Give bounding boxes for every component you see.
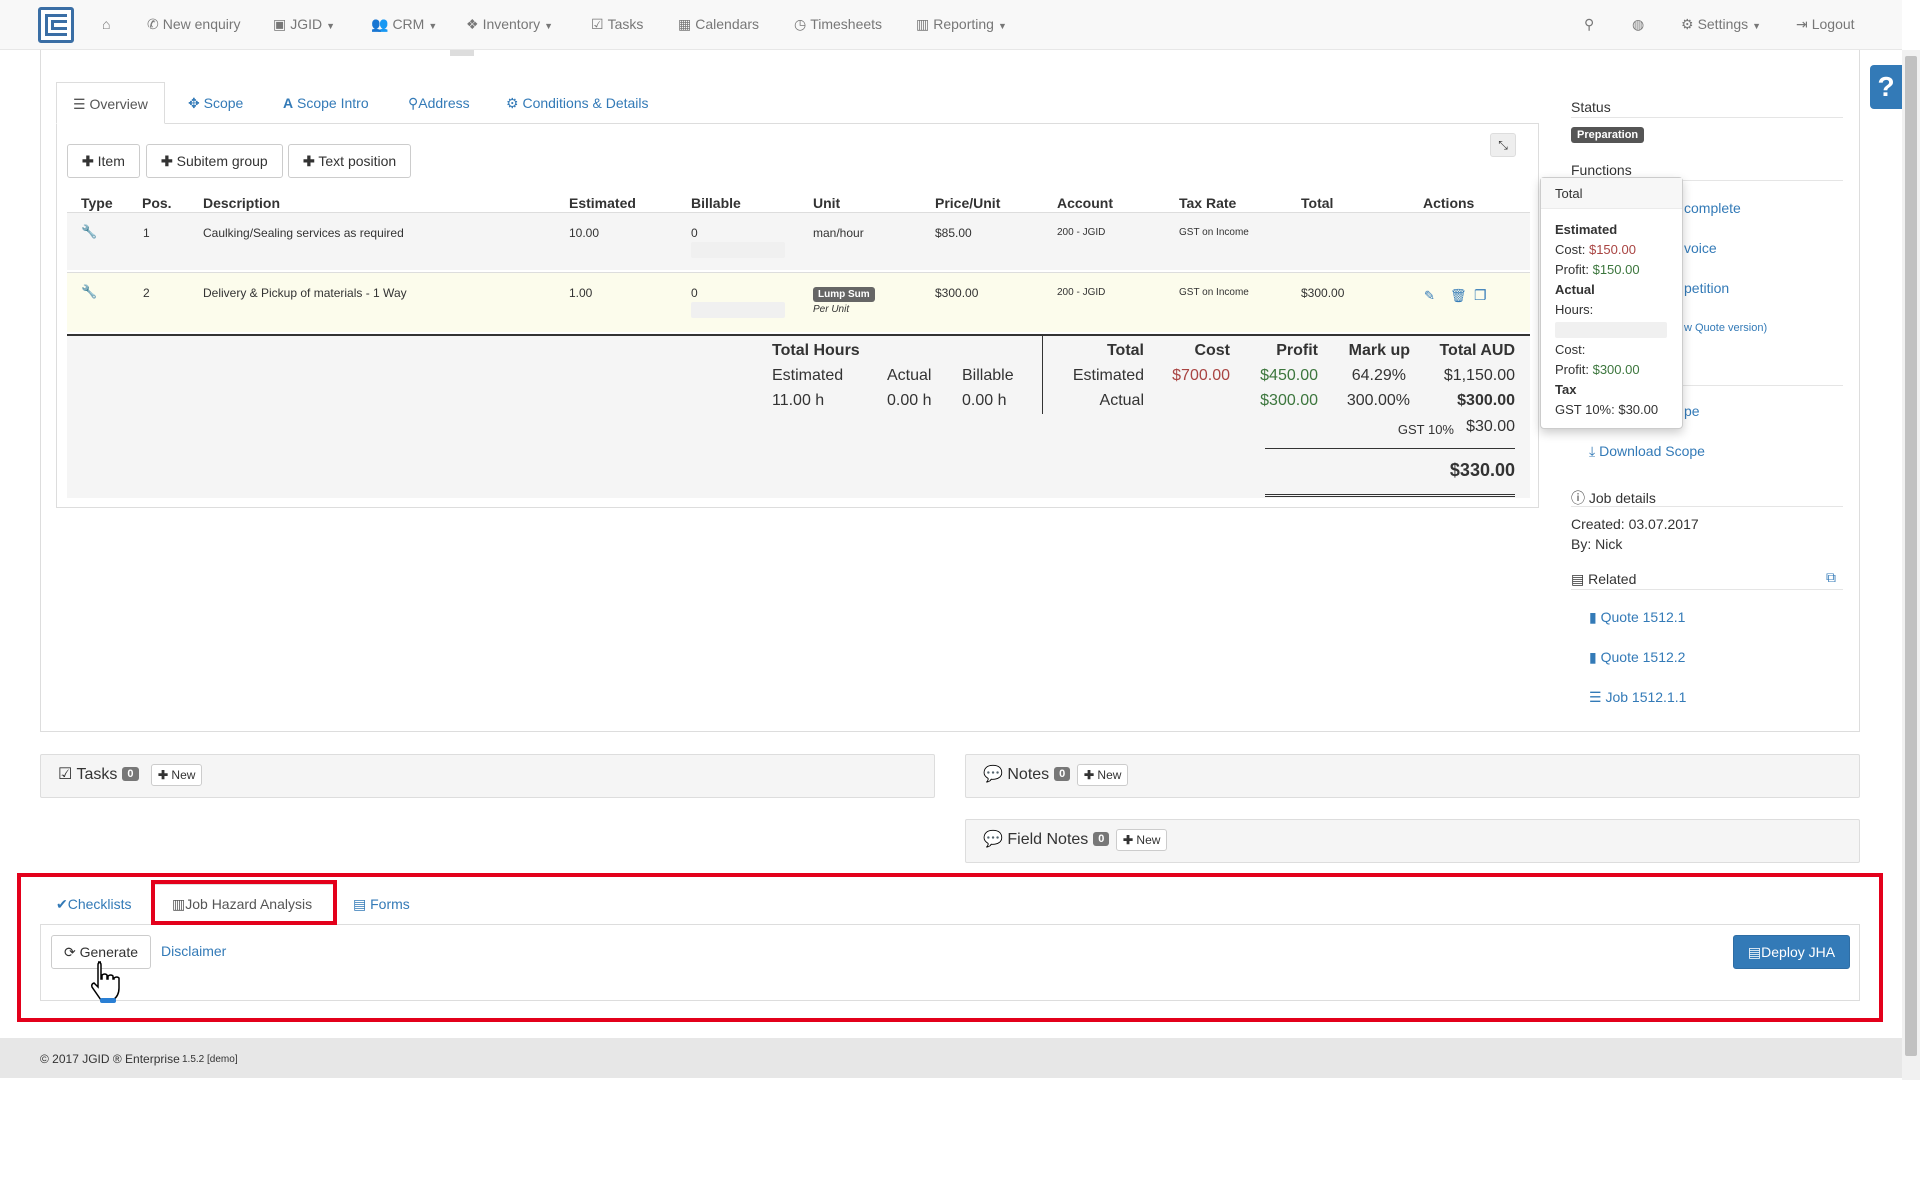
cubes-icon: ❖ bbox=[466, 16, 479, 32]
compress-icon[interactable]: ⤡ bbox=[1490, 133, 1516, 157]
summary-divider bbox=[1042, 336, 1043, 414]
edit-icon[interactable]: ✎ bbox=[1424, 288, 1435, 304]
nav-crm[interactable]: 👥 CRM ▼ bbox=[371, 16, 437, 33]
field-notes-heading: 💬 Field Notes 0 bbox=[983, 829, 1110, 849]
billable-progress-bar bbox=[691, 302, 785, 318]
tab-overview[interactable]: ☰ Overview bbox=[56, 82, 165, 124]
add-item-button[interactable]: ✚ Item bbox=[67, 144, 140, 178]
col-actions: Actions bbox=[1423, 195, 1475, 211]
col-estimated: Estimated bbox=[569, 195, 636, 211]
table-row[interactable] bbox=[67, 212, 1530, 270]
hours-progress-bar bbox=[1555, 322, 1667, 338]
tab-address[interactable]: ⚲Address bbox=[408, 82, 470, 124]
file-icon: ▮ bbox=[1589, 609, 1597, 625]
col-unit: Unit bbox=[813, 195, 841, 211]
function-invoice-link[interactable]: voice bbox=[1684, 240, 1717, 256]
calendar-icon: ▦ bbox=[678, 16, 692, 32]
col-billable: Billable bbox=[691, 195, 741, 211]
nav-calendars[interactable]: ▦ Calendars bbox=[678, 16, 759, 33]
new-note-button[interactable]: ✚ New bbox=[1077, 764, 1129, 786]
nav-jgid[interactable]: ▣ JGID ▼ bbox=[273, 16, 335, 33]
grand-total: $330.00 bbox=[1449, 460, 1515, 480]
related-quote-2-link[interactable]: ▮ Quote 1512.2 bbox=[1589, 649, 1685, 666]
wrench-icon: 🔧 bbox=[81, 224, 98, 239]
total-line bbox=[1265, 448, 1515, 449]
file-icon: ▮ bbox=[1589, 649, 1597, 665]
related-quote-1-link[interactable]: ▮ Quote 1512.1 bbox=[1589, 609, 1685, 626]
new-field-note-button[interactable]: ✚ New bbox=[1116, 829, 1168, 851]
info-icon: ⓘ bbox=[1571, 490, 1585, 506]
comment-icon: 💬 bbox=[983, 766, 1003, 783]
table-row[interactable] bbox=[67, 272, 1530, 332]
globe-icon[interactable]: ◍ bbox=[1632, 16, 1644, 33]
page-footer: © 2017 JGID ® Enterprise 1.5.2 [demo] bbox=[0, 1038, 1902, 1078]
download-scope-link[interactable]: ⤓ Download Scope bbox=[1589, 443, 1705, 460]
wrench-icon: 🔧 bbox=[81, 284, 98, 299]
job-details-heading: ⓘ Job details bbox=[1571, 490, 1656, 506]
nav-new-enquiry[interactable]: ✆ New enquiry bbox=[147, 16, 241, 33]
billable-progress-bar bbox=[691, 242, 785, 258]
file-icon: ▤ bbox=[1571, 571, 1585, 587]
summary-area bbox=[67, 336, 1530, 498]
nav-timesheets[interactable]: ◷ Timesheets bbox=[794, 16, 882, 33]
col-description: Description bbox=[203, 195, 281, 211]
page-scrollbar[interactable] bbox=[1902, 50, 1920, 1080]
search-icon[interactable]: ⚲ bbox=[1584, 16, 1594, 33]
related-job-link[interactable]: ☰ Job 1512.1.1 bbox=[1589, 689, 1686, 706]
function-new-quote-version-link[interactable]: w Quote version) bbox=[1684, 322, 1767, 334]
download-icon: ⤓ bbox=[1589, 443, 1596, 459]
highlight-box bbox=[17, 873, 1883, 1022]
tab-scope-intro[interactable]: A Scope Intro bbox=[283, 82, 369, 124]
nav-logout[interactable]: ⇥ Logout bbox=[1796, 16, 1855, 33]
collapsed-header-fragment bbox=[450, 50, 474, 56]
col-account: Account bbox=[1057, 195, 1113, 211]
hand-cursor-icon bbox=[91, 961, 120, 1003]
total-popover: Total Estimated Cost: $150.00 Profit: $1… bbox=[1540, 177, 1683, 429]
add-text-position-button[interactable]: ✚ Text position bbox=[288, 144, 412, 178]
lump-sum-badge: Lump Sum bbox=[813, 287, 875, 302]
function-repetition-link[interactable]: petition bbox=[1684, 280, 1729, 296]
copy-icon[interactable]: ❐ bbox=[1474, 287, 1487, 304]
status-badge: Preparation bbox=[1571, 127, 1645, 143]
comment-icon: 💬 bbox=[983, 831, 1003, 848]
check-square-icon: ☑ bbox=[591, 16, 604, 32]
nav-tasks[interactable]: ☑ Tasks bbox=[591, 16, 643, 33]
col-total: Total bbox=[1301, 195, 1334, 211]
help-button[interactable]: ? bbox=[1870, 65, 1902, 109]
top-navbar: ⌂ ✆ New enquiry ▣ JGID ▼ 👥 CRM ▼ ❖ Inventory ▼ … bbox=[0, 0, 1902, 50]
external-link-icon[interactable]: ⧉ bbox=[1826, 569, 1836, 586]
quote-tabs: ☰ Overview ✥ Scope A Scope Intro ⚲Addres… bbox=[56, 82, 1539, 124]
related-heading: ▤ Related bbox=[1571, 571, 1637, 587]
phone-icon: ✆ bbox=[147, 16, 159, 32]
tab-scope[interactable]: ✥ Scope bbox=[188, 82, 243, 124]
tasks-heading: ☑ Tasks 0 bbox=[58, 764, 139, 784]
trash-icon[interactable]: 🗑 bbox=[1450, 288, 1467, 304]
check-square-icon: ☑ bbox=[58, 766, 73, 783]
double-underline bbox=[1265, 494, 1515, 497]
notes-heading: 💬 Notes 0 bbox=[983, 764, 1071, 784]
gear-icon: ⚙ bbox=[1681, 16, 1694, 32]
nav-reporting[interactable]: ▥ Reporting ▼ bbox=[916, 16, 1007, 33]
col-type: Type bbox=[81, 195, 113, 211]
list-icon: ☰ bbox=[1589, 689, 1602, 705]
users-icon: 👥 bbox=[371, 16, 389, 32]
jgid-logo-icon: ▣ bbox=[273, 16, 287, 32]
tab-conditions[interactable]: ⚙ Conditions & Details bbox=[506, 82, 649, 124]
col-tax-rate: Tax Rate bbox=[1179, 195, 1237, 211]
home-icon[interactable]: ⌂ bbox=[102, 16, 110, 32]
clock-icon: ◷ bbox=[794, 16, 807, 32]
function-scope-link[interactable]: pe bbox=[1684, 403, 1700, 419]
new-task-button[interactable]: ✚ New bbox=[151, 764, 203, 786]
bar-chart-icon: ▥ bbox=[916, 16, 930, 32]
nav-settings[interactable]: ⚙ Settings ▼ bbox=[1681, 16, 1761, 33]
col-price-unit: Price/Unit bbox=[935, 195, 1001, 211]
col-pos: Pos. bbox=[142, 195, 172, 211]
nav-inventory[interactable]: ❖ Inventory ▼ bbox=[466, 16, 553, 33]
function-complete-link[interactable]: complete bbox=[1684, 200, 1741, 216]
add-subitem-group-button[interactable]: ✚ Subitem group bbox=[146, 144, 283, 178]
app-logo[interactable] bbox=[38, 7, 74, 43]
sign-out-icon: ⇥ bbox=[1796, 16, 1808, 32]
